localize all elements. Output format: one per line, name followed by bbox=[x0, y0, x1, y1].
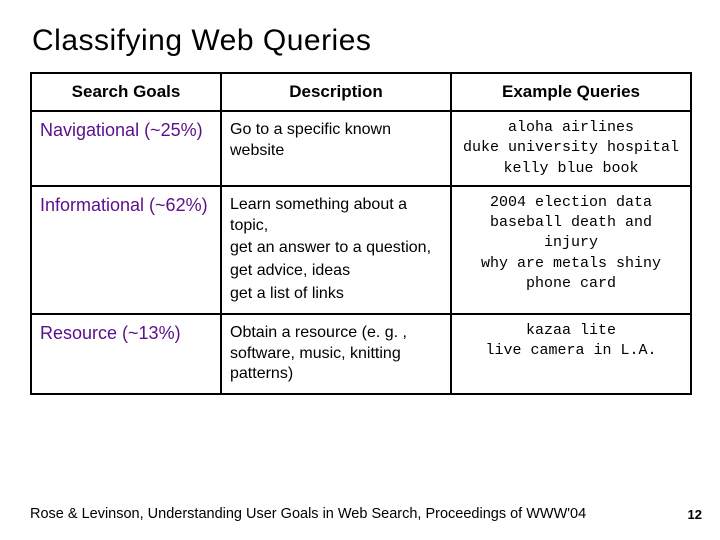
example-line: why are metals shiny bbox=[460, 254, 682, 274]
example-line: live camera in L.A. bbox=[460, 341, 682, 361]
header-example-queries: Example Queries bbox=[451, 73, 691, 111]
desc-line: Obtain a resource (e. g. , software, mus… bbox=[230, 323, 442, 385]
examples-informational: 2004 election data baseball death and in… bbox=[451, 186, 691, 314]
table-row: Resource (~13%) Obtain a resource (e. g.… bbox=[31, 314, 691, 394]
example-line: baseball death and injury bbox=[460, 213, 682, 254]
header-search-goals: Search Goals bbox=[31, 73, 221, 111]
slide: Classifying Web Queries Search Goals Des… bbox=[0, 0, 720, 540]
table-row: Informational (~62%) Learn something abo… bbox=[31, 186, 691, 314]
example-line: phone card bbox=[460, 274, 682, 294]
desc-navigational: Go to a specific known website bbox=[221, 111, 451, 186]
page-number: 12 bbox=[688, 507, 702, 522]
citation: Rose & Levinson, Understanding User Goal… bbox=[30, 506, 586, 522]
header-description: Description bbox=[221, 73, 451, 111]
example-line: duke university hospital bbox=[460, 138, 682, 158]
example-line: aloha airlines bbox=[460, 118, 682, 138]
goal-resource: Resource (~13%) bbox=[31, 314, 221, 394]
desc-informational: Learn something about a topic, get an an… bbox=[221, 186, 451, 314]
example-line: 2004 election data bbox=[460, 193, 682, 213]
table-row: Navigational (~25%) Go to a specific kno… bbox=[31, 111, 691, 186]
table-header-row: Search Goals Description Example Queries bbox=[31, 73, 691, 111]
desc-line: get a list of links bbox=[230, 284, 442, 305]
desc-resource: Obtain a resource (e. g. , software, mus… bbox=[221, 314, 451, 394]
goal-navigational: Navigational (~25%) bbox=[31, 111, 221, 186]
desc-line: get advice, ideas bbox=[230, 261, 442, 282]
example-line: kazaa lite bbox=[460, 321, 682, 341]
examples-navigational: aloha airlines duke university hospital … bbox=[451, 111, 691, 186]
example-line: kelly blue book bbox=[460, 159, 682, 179]
examples-resource: kazaa lite live camera in L.A. bbox=[451, 314, 691, 394]
desc-line: get an answer to a question, bbox=[230, 238, 442, 259]
desc-line: Learn something about a topic, bbox=[230, 195, 442, 237]
queries-table: Search Goals Description Example Queries… bbox=[30, 72, 692, 395]
goal-informational: Informational (~62%) bbox=[31, 186, 221, 314]
desc-line: Go to a specific known website bbox=[230, 120, 442, 162]
slide-title: Classifying Web Queries bbox=[32, 24, 690, 58]
